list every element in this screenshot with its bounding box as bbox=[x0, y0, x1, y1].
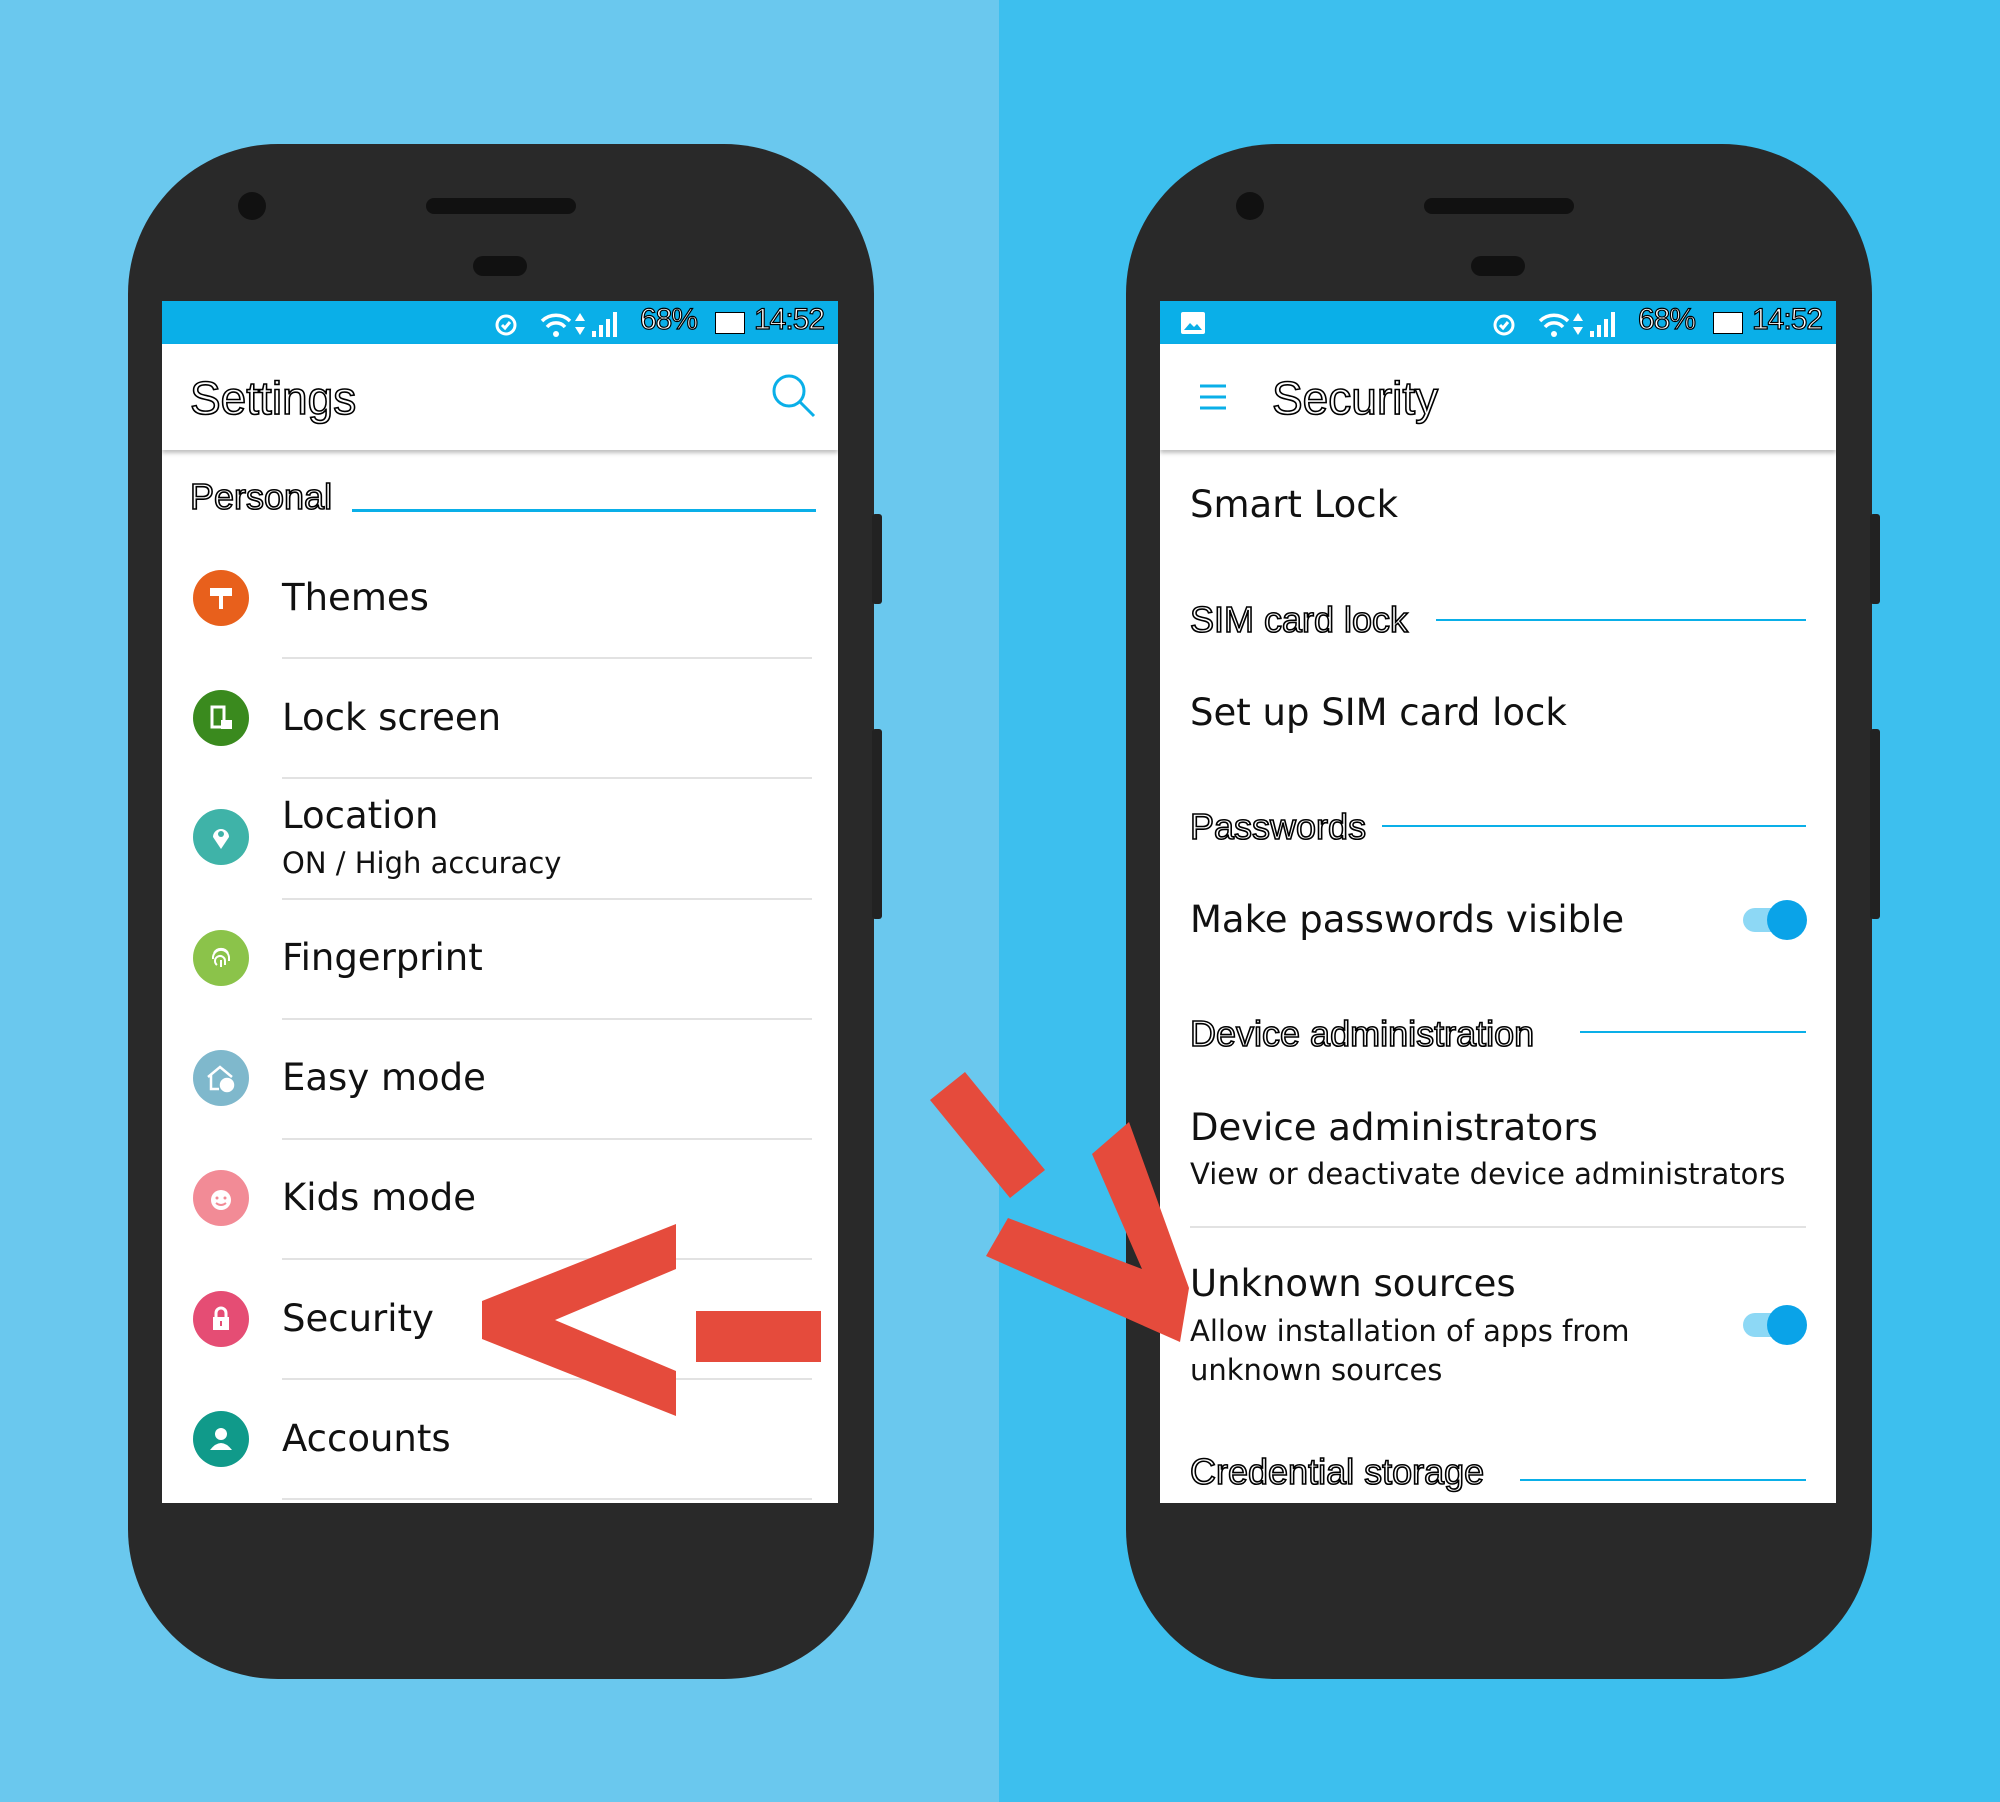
chevron-left-shape bbox=[482, 1224, 676, 1416]
annotation-arrows bbox=[482, 1072, 1189, 1416]
arrow-dash bbox=[696, 1311, 821, 1362]
arrow-dash bbox=[930, 1072, 1045, 1198]
left-arrow bbox=[482, 1224, 821, 1416]
right-arrow bbox=[930, 1072, 1189, 1342]
